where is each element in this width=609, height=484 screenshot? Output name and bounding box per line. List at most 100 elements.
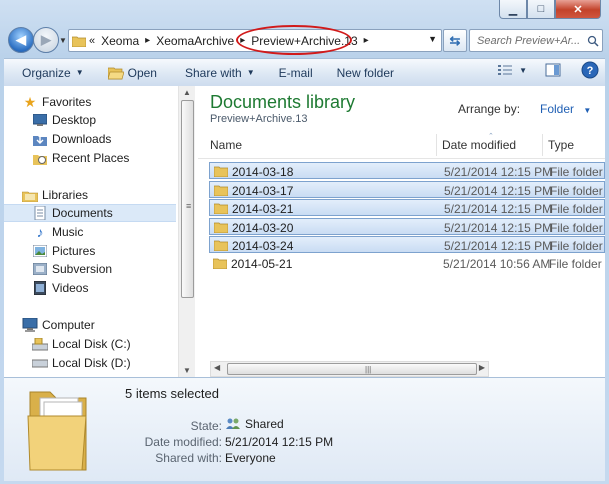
breadcrumb-xeoma[interactable]: Xeoma ▸	[98, 31, 153, 50]
state-label: State:	[190, 419, 222, 433]
music-icon: ♪	[36, 224, 44, 240]
sidebar-group-computer[interactable]: Computer	[22, 316, 176, 334]
file-row[interactable]: 2014-05-21 5/21/2014 10:56 AM File folder	[209, 255, 605, 272]
file-row[interactable]: 2014-03-24 5/21/2014 12:15 PM File folder	[209, 236, 605, 254]
open-button[interactable]: Open	[94, 61, 167, 85]
sidebar-item-pictures[interactable]: Pictures	[32, 242, 176, 260]
view-controls: ▼ ?	[497, 61, 599, 79]
file-name: 2014-03-17	[232, 183, 294, 198]
navigation-pane: ★ Favorites Desktop Downloads Recent Pla…	[4, 86, 176, 377]
sidebar-group-favorites[interactable]: ★ Favorites	[22, 93, 176, 111]
back-button[interactable]: ◀	[8, 27, 34, 53]
scroll-right-arrow-icon[interactable]: ▶	[479, 363, 485, 372]
sidebar-item-label: Desktop	[52, 113, 97, 127]
open-folder-icon	[107, 67, 124, 79]
sidebar-item-label: Subversion	[52, 262, 113, 276]
recent-pages-dropdown[interactable]: ▼	[59, 36, 67, 45]
sidebar-item-music[interactable]: ♪ Music	[32, 223, 176, 241]
column-header-name[interactable]: Name	[210, 138, 242, 152]
file-date-modified: 5/21/2014 12:15 PM	[444, 202, 553, 217]
file-name: 2014-03-18	[232, 165, 294, 179]
scroll-left-arrow-icon[interactable]: ◀	[214, 363, 220, 372]
grip-icon: ≡	[186, 201, 192, 211]
sidebar-item-videos[interactable]: Videos	[32, 279, 176, 297]
minimize-button[interactable]: ▁	[499, 0, 527, 19]
sidebar-item-desktop[interactable]: Desktop	[32, 111, 176, 129]
file-row[interactable]: 2014-03-18 5/21/2014 12:15 PM File folder	[209, 162, 605, 179]
sidebar-item-documents[interactable]: Documents	[4, 204, 176, 222]
search-icon[interactable]	[587, 35, 599, 47]
arrange-by-dropdown[interactable]: Folder ▼	[540, 102, 591, 116]
sidebar-item-label: Music	[52, 225, 84, 239]
chevron-right-icon[interactable]: ▸	[145, 35, 150, 46]
preview-pane-icon[interactable]	[545, 63, 561, 77]
state-value: Shared	[225, 417, 284, 431]
downloads-icon	[32, 131, 48, 147]
sidebar-item-label: Documents	[52, 206, 113, 220]
column-divider[interactable]	[542, 134, 543, 156]
navigation-pane-scrollbar[interactable]: ▲ ≡ ▼	[178, 86, 195, 377]
sidebar-item-local-disk-c[interactable]: Local Disk (C:)	[32, 335, 176, 353]
email-button[interactable]: E-mail	[265, 61, 323, 85]
videos-icon	[32, 280, 48, 296]
documents-icon	[32, 205, 48, 221]
maximize-button[interactable]: □	[527, 0, 555, 19]
breadcrumb-current[interactable]: Preview+Archive.13 ▸	[236, 25, 371, 55]
file-row[interactable]: 2014-03-21 5/21/2014 12:15 PM File folder	[209, 199, 605, 217]
scrollbar-thumb[interactable]: |||	[227, 363, 477, 375]
organize-menu[interactable]: Organize ▼	[4, 61, 94, 85]
file-name: 2014-03-24	[232, 239, 294, 254]
chevron-right-icon[interactable]: ▸	[364, 35, 369, 46]
close-button[interactable]: ✕	[555, 0, 601, 19]
grip-icon: |||	[365, 365, 372, 374]
dropdown-arrow-icon: ▼	[519, 65, 527, 75]
sidebar-item-local-disk-d[interactable]: Local Disk (D:)	[32, 354, 176, 372]
file-row[interactable]: 2014-03-17 5/21/2014 12:15 PM File folder	[209, 180, 605, 198]
sidebar-item-subversion[interactable]: Subversion	[32, 260, 176, 278]
breadcrumb-label: XeomaArchive	[156, 33, 235, 48]
column-divider[interactable]	[436, 134, 437, 156]
breadcrumb-xeomaarchive[interactable]: XeomaArchive ▸	[153, 31, 248, 50]
pictures-icon	[32, 243, 48, 259]
system-drive-icon	[32, 336, 48, 352]
dropdown-arrow-icon: ▼	[75, 68, 84, 77]
file-date-modified: 5/21/2014 12:15 PM	[444, 239, 553, 254]
date-modified-label: Date modified:	[144, 435, 222, 449]
date-modified-value: 5/21/2014 12:15 PM	[225, 435, 334, 449]
sidebar-group-label: Computer	[42, 318, 95, 332]
scroll-up-arrow-icon[interactable]: ▲	[183, 88, 191, 97]
scrollbar-thumb[interactable]: ≡	[181, 100, 194, 298]
help-icon[interactable]: ?	[581, 61, 599, 79]
new-folder-button[interactable]: New folder	[323, 61, 404, 85]
shared-with-label: Shared with:	[155, 451, 222, 465]
column-header-date-modified[interactable]: Date modified	[442, 138, 516, 152]
change-view-button[interactable]: ▼	[497, 63, 527, 77]
arrow-right-icon: ▶	[41, 32, 51, 47]
sidebar-item-downloads[interactable]: Downloads	[32, 130, 176, 148]
search-input[interactable]	[475, 33, 587, 48]
scroll-down-arrow-icon[interactable]: ▼	[183, 366, 191, 375]
sidebar-group-label: Favorites	[42, 95, 92, 109]
refresh-button[interactable]: ⇆	[443, 29, 467, 52]
sidebar-item-recent-places[interactable]: Recent Places	[32, 149, 176, 167]
svg-text:?: ?	[587, 65, 594, 77]
address-dropdown-arrow[interactable]: ▼	[428, 34, 437, 44]
sidebar-item-label: Local Disk (C:)	[52, 337, 131, 351]
column-header-type[interactable]: Type	[548, 138, 574, 152]
folder-icon	[214, 241, 228, 252]
search-box[interactable]	[469, 29, 603, 52]
sidebar-group-libraries[interactable]: Libraries	[22, 186, 176, 204]
forward-button[interactable]: ▶	[33, 27, 59, 53]
drive-icon	[32, 355, 48, 371]
file-row[interactable]: 2014-03-20 5/21/2014 12:15 PM File folder	[209, 217, 605, 235]
file-name: 2014-05-21	[231, 257, 293, 271]
file-list-horizontal-scrollbar[interactable]: ◀ ||| ▶	[210, 361, 489, 377]
breadcrumb-root-arrow[interactable]: «	[86, 31, 98, 50]
command-bar: Organize ▼ Open Share with ▼ E-mail New fo…	[4, 58, 605, 87]
sidebar-item-label: Videos	[52, 281, 89, 295]
email-label: E-mail	[278, 65, 313, 80]
address-bar[interactable]: « Xeoma ▸ XeomaArchive ▸ Preview+Archive.1…	[68, 25, 442, 55]
file-type: File folder	[550, 202, 603, 217]
share-with-menu[interactable]: Share with ▼	[167, 61, 265, 85]
new-folder-label: New folder	[336, 65, 394, 80]
